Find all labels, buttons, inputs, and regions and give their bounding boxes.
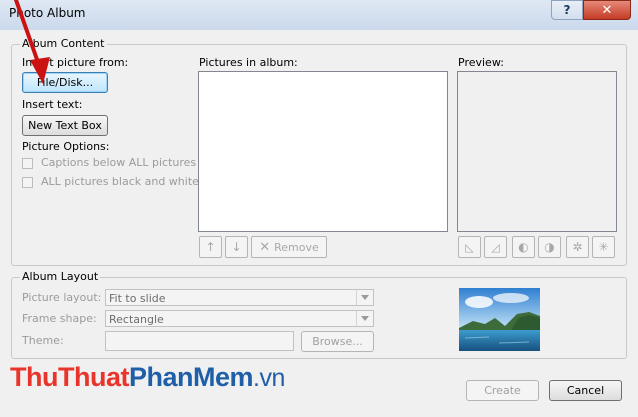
move-down-button[interactable]: ↓ (225, 236, 248, 258)
title-bar[interactable]: Photo Album ? ✕ (0, 0, 638, 30)
help-button[interactable]: ? (551, 0, 583, 20)
brightness-up-icon: ✲ (572, 240, 583, 254)
close-icon: ✕ (601, 2, 613, 18)
contrast-up-icon: ◐ (518, 240, 529, 254)
remove-button[interactable]: ✕ Remove (251, 236, 327, 258)
preview-label: Preview: (458, 56, 504, 69)
watermark-part-3: .vn (253, 364, 285, 392)
theme-label: Theme: (22, 334, 64, 347)
captions-checkbox[interactable] (22, 158, 33, 169)
browse-button-label: Browse... (312, 335, 363, 348)
remove-button-label: Remove (274, 240, 319, 254)
brightness-down-icon: ✳ (598, 240, 609, 254)
pictures-list[interactable] (198, 71, 448, 232)
question-mark-icon: ? (563, 3, 571, 17)
cancel-button[interactable]: Cancel (549, 380, 622, 401)
layout-preview-thumbnail (459, 288, 540, 351)
picture-layout-select[interactable]: Fit to slide (105, 289, 374, 306)
rotate-right-icon: ◿ (491, 240, 500, 254)
picture-options-label: Picture Options: (22, 140, 110, 153)
watermark-part-2: PhanMem (128, 362, 254, 392)
rotate-left-button[interactable]: ◺ (458, 236, 481, 258)
watermark: ThuThuatPhanMem.vn (10, 362, 285, 393)
new-text-box-button[interactable]: New Text Box (22, 115, 108, 136)
theme-input[interactable] (105, 331, 294, 351)
bw-checkbox[interactable] (22, 177, 33, 188)
browse-button[interactable]: Browse... (301, 331, 374, 352)
cancel-button-label: Cancel (566, 384, 605, 397)
album-layout-label: Album Layout (20, 270, 101, 283)
contrast-up-button[interactable]: ◐ (512, 236, 535, 258)
picture-layout-value: Fit to slide (109, 292, 166, 305)
watermark-part-1: ThuThuat (10, 362, 129, 392)
arrow-up-icon: ↑ (205, 240, 216, 254)
insert-text-label: Insert text: (22, 98, 83, 111)
frame-shape-value: Rectangle (109, 313, 164, 326)
brightness-down-button[interactable]: ✳ (592, 236, 615, 258)
close-button[interactable]: ✕ (583, 0, 631, 20)
create-button[interactable]: Create (466, 380, 539, 401)
create-button-label: Create (484, 384, 521, 397)
captions-checkbox-label: Captions below ALL pictures (41, 156, 197, 169)
x-icon: ✕ (259, 239, 271, 255)
chevron-down-icon (356, 311, 373, 326)
rotate-left-icon: ◺ (465, 240, 474, 254)
annotation-arrow-icon (14, 0, 50, 84)
new-text-box-button-label: New Text Box (28, 119, 102, 132)
chevron-down-icon (356, 290, 373, 305)
contrast-down-button[interactable]: ◑ (538, 236, 561, 258)
contrast-down-icon: ◑ (544, 240, 555, 254)
bw-checkbox-label: ALL pictures black and white (41, 175, 199, 188)
pictures-in-album-label: Pictures in album: (199, 56, 298, 69)
arrow-down-icon: ↓ (231, 240, 242, 254)
rotate-right-button[interactable]: ◿ (484, 236, 507, 258)
picture-layout-label: Picture layout: (22, 291, 102, 304)
frame-shape-label: Frame shape: (22, 312, 97, 325)
preview-box (457, 71, 617, 232)
brightness-up-button[interactable]: ✲ (566, 236, 589, 258)
frame-shape-select[interactable]: Rectangle (105, 310, 374, 327)
move-up-button[interactable]: ↑ (199, 236, 222, 258)
photo-album-dialog: Photo Album ? ✕ Album Content Insert pic… (0, 0, 638, 417)
